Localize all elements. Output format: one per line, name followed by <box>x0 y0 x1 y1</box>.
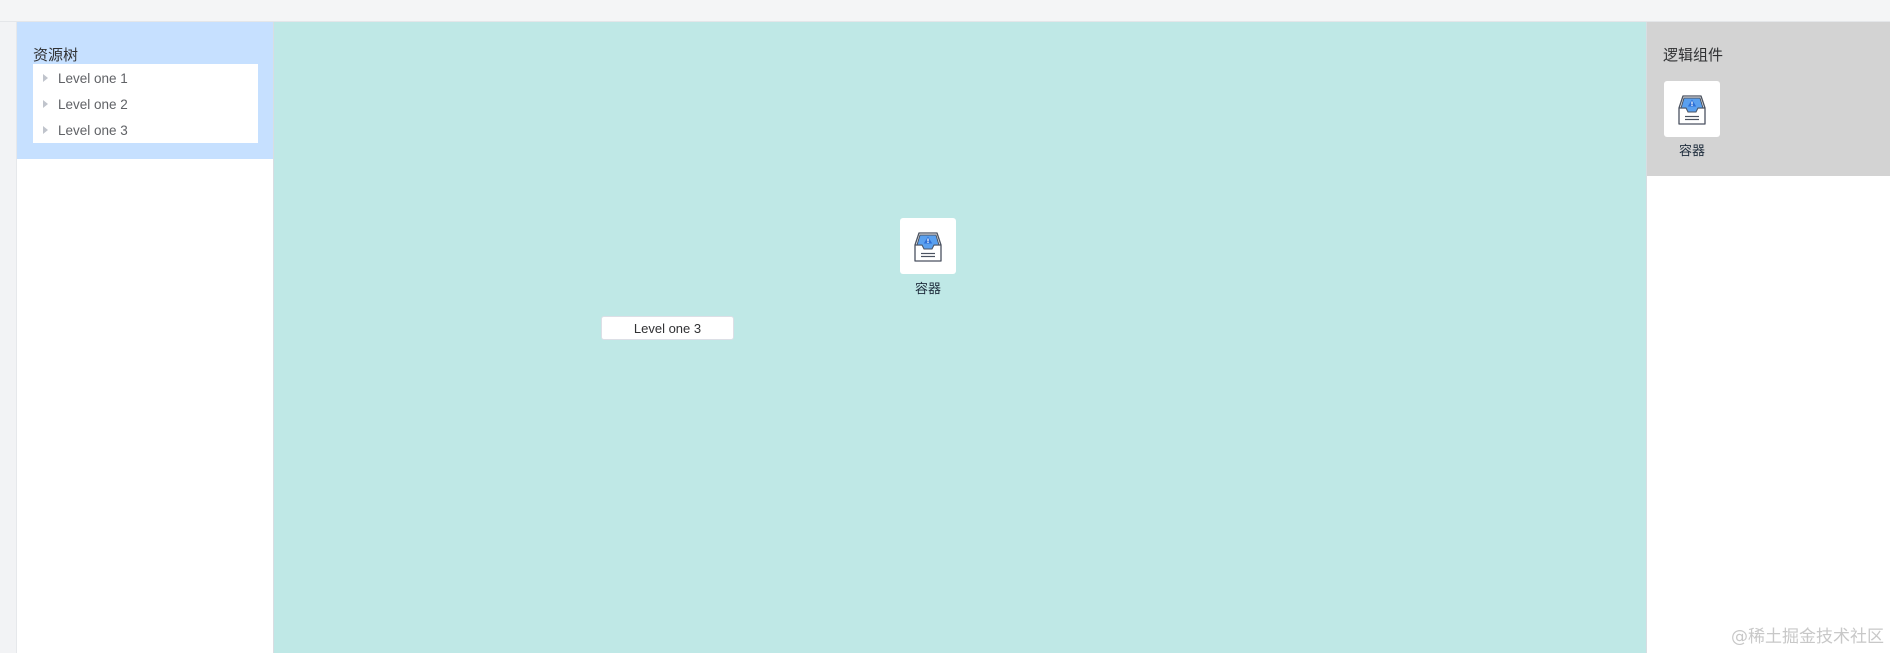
caret-right-icon[interactable] <box>43 126 48 134</box>
canvas-container-node[interactable]: 容器 <box>898 218 958 297</box>
logic-components-title: 逻辑组件 <box>1663 47 1724 64</box>
caret-right-icon[interactable] <box>43 100 48 108</box>
logic-components-panel: 逻辑组件 容器 <box>1647 22 1890 653</box>
canvas-container-label: 容器 <box>914 282 941 297</box>
tree-node-level-one-1[interactable]: Level one 1 <box>33 65 258 91</box>
resource-tree: Level one 1 Level one 2 Level one 3 <box>33 64 258 143</box>
tree-node-label: Level one 2 <box>58 96 128 112</box>
component-container[interactable]: 容器 <box>1663 81 1721 159</box>
resource-tree-header: 资源树 Level one 1 Level one 2 Level one 3 <box>17 22 273 159</box>
container-inbox-icon[interactable] <box>900 218 956 274</box>
canvas-dropped-item[interactable]: Level one 3 <box>601 316 734 340</box>
watermark: @稀土掘金技术社区 <box>1731 627 1884 647</box>
design-canvas[interactable]: 容器 Level one 3 <box>273 22 1647 653</box>
logic-components-header: 逻辑组件 容器 <box>1647 22 1890 176</box>
tree-node-label: Level one 1 <box>58 70 128 86</box>
tree-node-label: Level one 3 <box>58 122 128 138</box>
caret-right-icon[interactable] <box>43 74 48 82</box>
resource-tree-panel: 资源树 Level one 1 Level one 2 Level one 3 <box>17 22 273 653</box>
tree-node-level-one-2[interactable]: Level one 2 <box>33 91 258 117</box>
component-container-label: 容器 <box>1678 144 1705 159</box>
top-bar <box>0 0 1890 22</box>
resource-tree-title: 资源树 <box>33 47 79 64</box>
tree-node-level-one-3[interactable]: Level one 3 <box>33 117 258 143</box>
container-inbox-icon[interactable] <box>1664 81 1720 137</box>
